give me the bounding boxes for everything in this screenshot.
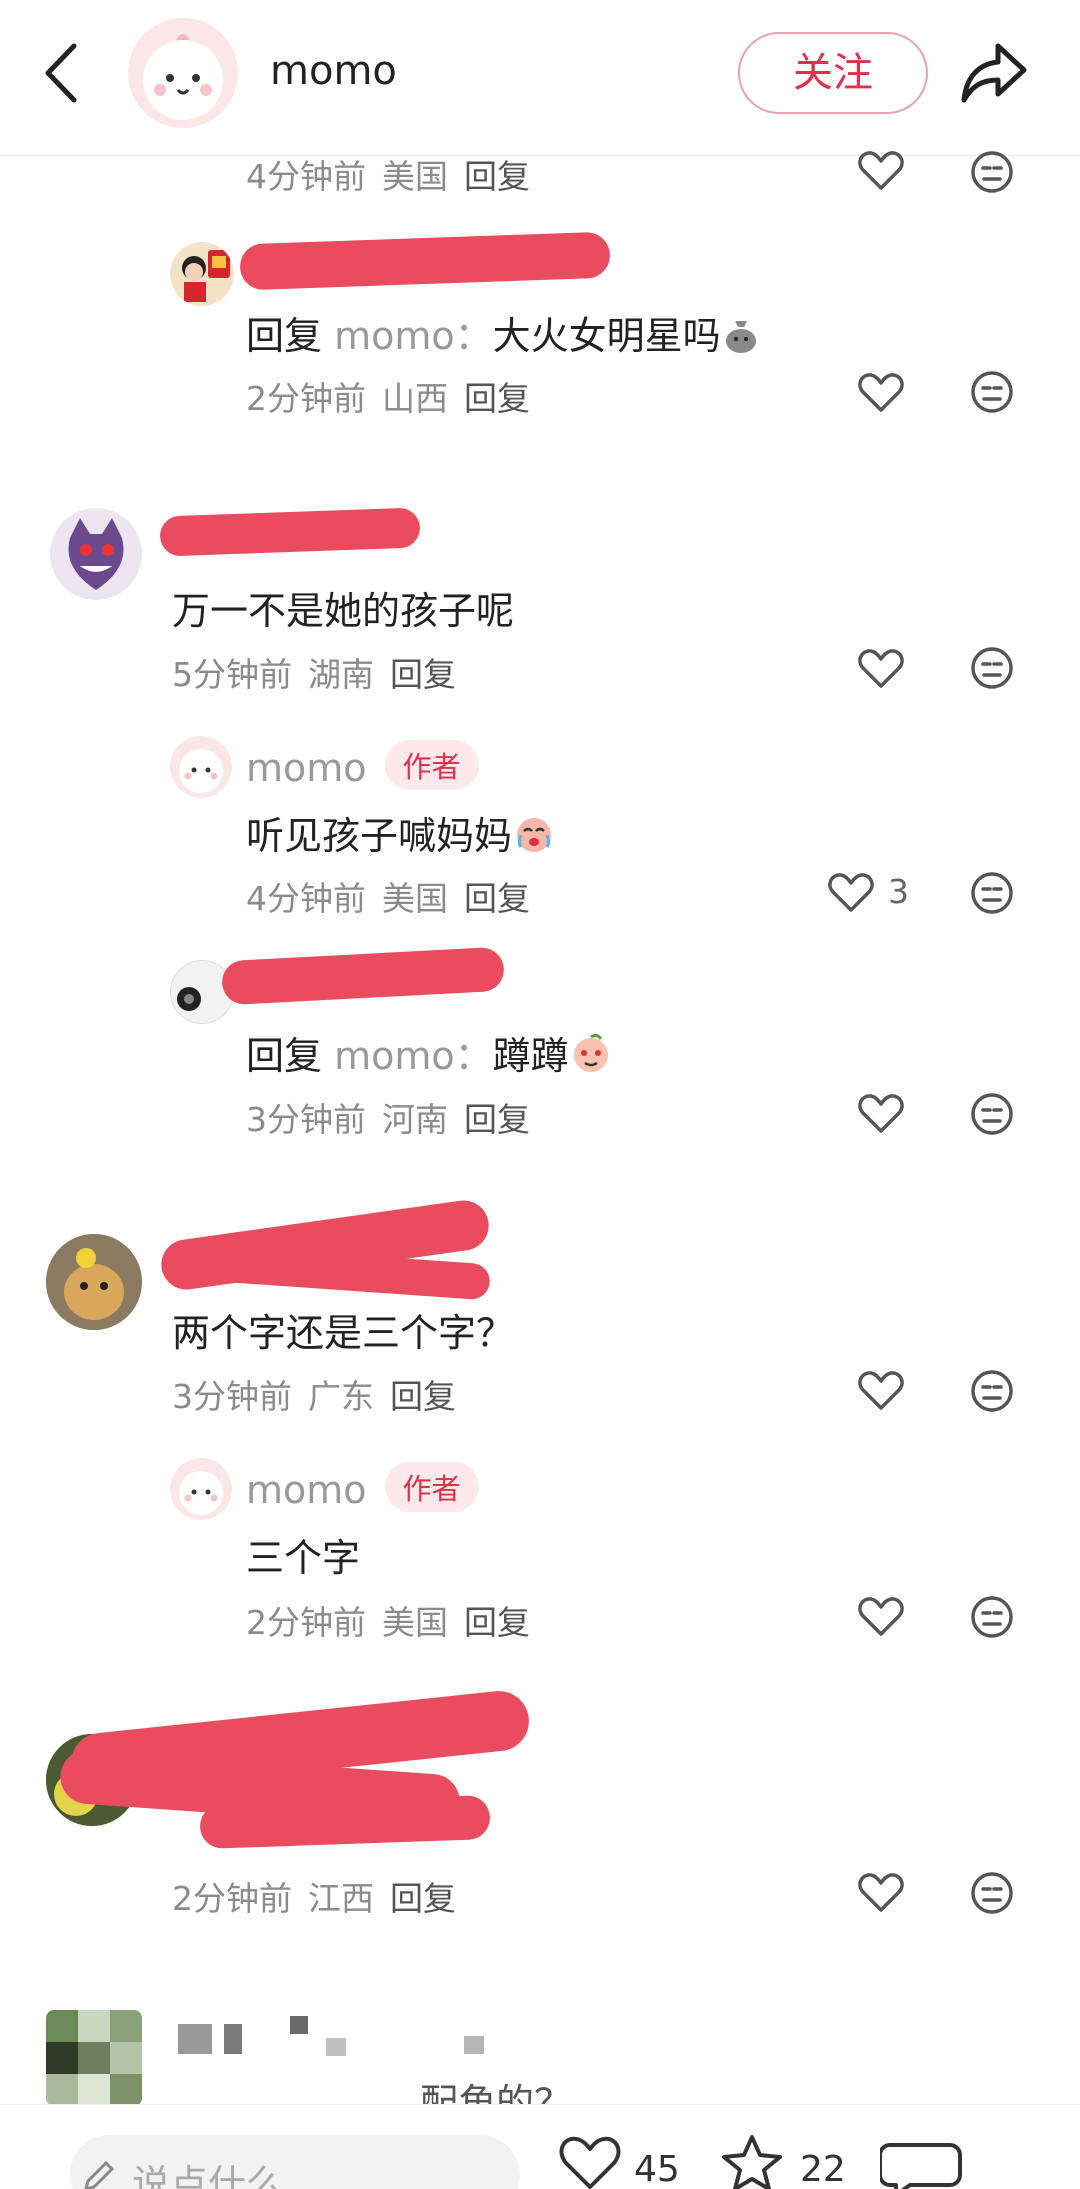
heart-icon[interactable] bbox=[858, 1596, 904, 1638]
comment-body: 听见孩子喊妈妈 bbox=[246, 814, 513, 858]
heart-icon[interactable] bbox=[858, 1093, 904, 1135]
comment-region: 河南 bbox=[382, 1100, 448, 1139]
comment-text: 三个字 bbox=[246, 1536, 361, 1580]
reply-button[interactable]: 回复 bbox=[464, 1603, 530, 1642]
reply-button[interactable]: 回复 bbox=[464, 879, 530, 918]
author-avatar[interactable] bbox=[170, 1458, 232, 1520]
comment-region: 美国 bbox=[382, 879, 448, 918]
redacted-username bbox=[159, 507, 421, 557]
heart-icon[interactable] bbox=[858, 648, 904, 690]
comment-author-row: momo 作者 bbox=[246, 1462, 479, 1512]
comment-region: 湖南 bbox=[308, 655, 374, 694]
comment-body: 大火女明星吗 bbox=[492, 314, 721, 358]
author-avatar[interactable] bbox=[170, 736, 232, 798]
dislike-icon[interactable] bbox=[970, 370, 1014, 414]
dislike-icon[interactable] bbox=[970, 1092, 1014, 1136]
heart-icon[interactable] bbox=[858, 1370, 904, 1412]
crying-emoji bbox=[512, 814, 556, 858]
comment-author-row: momo 作者 bbox=[246, 740, 479, 790]
like-count: 3 bbox=[888, 872, 909, 911]
comment-username[interactable]: momo bbox=[246, 746, 367, 790]
heart-icon[interactable] bbox=[858, 1872, 904, 1914]
comment-time: 2分钟前 bbox=[172, 1879, 292, 1918]
dislike-icon[interactable] bbox=[970, 150, 1014, 194]
star-icon[interactable] bbox=[720, 2133, 784, 2189]
user-avatar[interactable] bbox=[46, 2010, 142, 2106]
reply-target-name[interactable]: momo： bbox=[334, 1034, 493, 1078]
share-icon[interactable] bbox=[958, 38, 1030, 106]
reply-button[interactable]: 回复 bbox=[464, 379, 530, 418]
dislike-icon[interactable] bbox=[970, 1871, 1014, 1915]
heart-icon[interactable] bbox=[558, 2135, 622, 2189]
comment-text: 听见孩子喊妈妈 bbox=[246, 805, 556, 860]
redacted-username bbox=[221, 946, 505, 1006]
back-button[interactable] bbox=[38, 40, 84, 106]
dislike-icon[interactable] bbox=[970, 1369, 1014, 1413]
dislike-icon[interactable] bbox=[970, 1595, 1014, 1639]
reply-button[interactable]: 回复 bbox=[390, 1879, 456, 1918]
redacted-username bbox=[199, 1794, 491, 1850]
user-avatar[interactable] bbox=[50, 508, 142, 600]
comment-meta: 2分钟前 江西 回复 bbox=[172, 1872, 472, 1920]
money-bag-emoji bbox=[721, 314, 761, 358]
reply-target-name[interactable]: momo： bbox=[334, 314, 493, 358]
user-avatar[interactable] bbox=[46, 1234, 142, 1330]
follow-button[interactable]: 关注 bbox=[738, 32, 928, 114]
comment-username[interactable]: momo bbox=[246, 1468, 367, 1512]
comment-time: 3分钟前 bbox=[172, 1377, 292, 1416]
comment-body: 蹲蹲 bbox=[492, 1034, 569, 1078]
comment-text: 两个字还是三个字？ bbox=[172, 1311, 515, 1355]
comment-bubble-icon[interactable] bbox=[878, 2133, 1030, 2189]
comment-meta: 4分钟前 美国 回复 bbox=[246, 872, 546, 920]
collect-count: 22 bbox=[800, 2149, 846, 2189]
user-avatar[interactable] bbox=[170, 242, 234, 306]
heart-icon[interactable] bbox=[828, 872, 874, 914]
author-name[interactable]: momo bbox=[270, 48, 397, 94]
comment-time: 5分钟前 bbox=[172, 655, 292, 694]
comment-time: 4分钟前 bbox=[246, 157, 366, 196]
comment-region: 江西 bbox=[308, 1879, 374, 1918]
comment-region: 美国 bbox=[382, 1603, 448, 1642]
comment-time: 4分钟前 bbox=[246, 879, 366, 918]
comment-text: 回复 momo：蹲蹲 bbox=[246, 1025, 613, 1080]
comment-text: 回复 momo：大火女明星吗 bbox=[246, 305, 761, 360]
author-badge: 作者 bbox=[384, 740, 479, 790]
top-nav-bar: momo 关注 bbox=[0, 0, 1080, 156]
dislike-icon[interactable] bbox=[970, 646, 1014, 690]
heart-icon[interactable] bbox=[858, 372, 904, 414]
comment-time: 2分钟前 bbox=[246, 379, 366, 418]
comment-meta: 2分钟前 美国 回复 bbox=[246, 1596, 546, 1644]
comment-meta: 5分钟前 湖南 回复 bbox=[172, 648, 472, 696]
comment-region: 山西 bbox=[382, 379, 448, 418]
reply-button[interactable]: 回复 bbox=[390, 1377, 456, 1416]
reply-prefix: 回复 bbox=[246, 314, 323, 358]
author-badge: 作者 bbox=[384, 1462, 479, 1512]
reply-button[interactable]: 回复 bbox=[390, 655, 456, 694]
like-count: 45 bbox=[634, 2149, 680, 2189]
reply-prefix: 回复 bbox=[246, 1034, 323, 1078]
author-avatar[interactable] bbox=[128, 18, 238, 128]
pixelated-username bbox=[178, 2016, 538, 2056]
heart-icon[interactable] bbox=[858, 150, 904, 192]
pencil-icon bbox=[78, 2157, 118, 2189]
redacted-username bbox=[239, 231, 611, 291]
comment-meta: 4分钟前 美国 回复 bbox=[246, 150, 546, 198]
comment-input-placeholder: 说点什么 bbox=[132, 2162, 285, 2189]
comment-meta: 2分钟前 山西 回复 bbox=[246, 372, 546, 420]
comment-region: 广东 bbox=[308, 1377, 374, 1416]
dislike-icon[interactable] bbox=[970, 871, 1014, 915]
bottom-bar: 说点什么 45 22 bbox=[0, 2104, 1080, 2189]
peach-emoji bbox=[569, 1033, 613, 1078]
reply-button[interactable]: 回复 bbox=[464, 1100, 530, 1139]
comment-meta: 3分钟前 广东 回复 bbox=[172, 1370, 472, 1418]
comment-time: 3分钟前 bbox=[246, 1100, 366, 1139]
comment-meta: 3分钟前 河南 回复 bbox=[246, 1093, 546, 1141]
reply-button[interactable]: 回复 bbox=[464, 157, 530, 196]
comment-text: 万一不是她的孩子呢 bbox=[172, 589, 515, 633]
comment-time: 2分钟前 bbox=[246, 1603, 366, 1642]
comment-region: 美国 bbox=[382, 157, 448, 196]
